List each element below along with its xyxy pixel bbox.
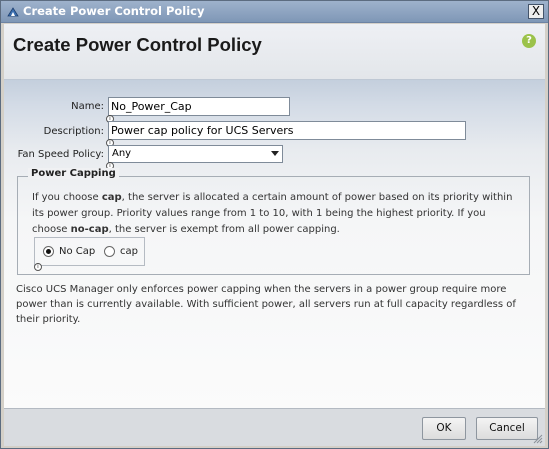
cap-radio-label[interactable]: cap	[120, 246, 138, 257]
chevron-down-icon	[271, 151, 279, 156]
dialog-footer: OK Cancel	[4, 408, 545, 446]
no-cap-radio-label[interactable]: No Cap	[59, 246, 95, 257]
page-title: Create Power Control Policy	[13, 34, 262, 55]
fan-speed-label: Fan Speed Policy:	[17, 149, 104, 160]
no-cap-radio[interactable]	[43, 246, 54, 257]
power-capping-radio-group: No Cap cap	[34, 237, 145, 266]
ok-button[interactable]: OK	[422, 417, 466, 440]
dialog-window: Create Power Control Policy X Create Pow…	[0, 0, 549, 449]
name-field[interactable]: No_Power_Cap	[108, 97, 290, 116]
power-capping-note: Cisco UCS Manager only enforces power ca…	[16, 284, 516, 325]
title-bar[interactable]: Create Power Control Policy X	[1, 1, 548, 23]
resize-grip-icon[interactable]	[533, 434, 543, 444]
description-field[interactable]: Power cap policy for UCS Servers	[108, 121, 466, 140]
app-icon	[7, 7, 19, 17]
power-capping-legend: Power Capping	[28, 168, 119, 179]
power-capping-description: If you choose cap, the server is allocat…	[32, 190, 522, 238]
cancel-button[interactable]: Cancel	[476, 417, 538, 440]
desc-part-1: If you choose	[32, 192, 102, 203]
name-label: Name:	[71, 101, 104, 112]
close-button[interactable]: X	[528, 4, 544, 19]
cap-radio[interactable]	[104, 246, 115, 257]
description-label: Description:	[43, 126, 104, 137]
desc-cap-keyword: cap	[101, 192, 122, 203]
fan-speed-value: Any	[112, 148, 132, 159]
desc-part-3: , the server is exempt from all power ca…	[108, 224, 340, 235]
close-icon: X	[531, 4, 541, 18]
desc-nocap-keyword: no-cap	[70, 224, 109, 235]
help-icon[interactable]: ?	[522, 34, 536, 48]
dialog-content: Name: No_Power_Cap i Description: Power …	[4, 79, 545, 408]
dialog-header: Create Power Control Policy ?	[4, 24, 545, 79]
window-title: Create Power Control Policy	[23, 4, 205, 18]
power-capping-info-icon[interactable]: i	[34, 263, 42, 271]
fan-speed-select[interactable]: Any	[108, 145, 283, 163]
